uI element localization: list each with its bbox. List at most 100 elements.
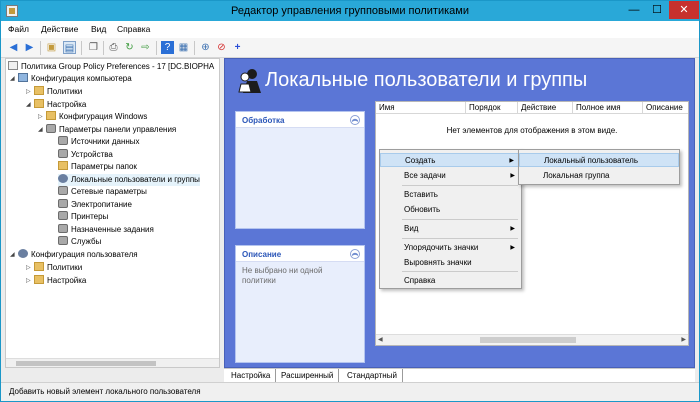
menu-item-all-tasks[interactable]: Все задачи ▶ (380, 169, 521, 183)
tree-item-user-policies[interactable]: ▷ Политики (26, 262, 82, 274)
policy-icon (8, 61, 18, 70)
folder-icon (34, 99, 44, 108)
create-submenu: Локальный пользователь Локальная группа (518, 149, 680, 185)
menu-file[interactable]: Файл (8, 24, 29, 34)
tree-item-scheduled-tasks[interactable]: Назначенные задания (58, 224, 154, 236)
scroll-left-icon[interactable]: ◀ (378, 336, 383, 343)
toolbar: ◀ ▶ ▣ ▤ ❐ ⎙ ↻ ⇨ ? ▦ ⊕ ⊘ + (1, 38, 699, 58)
title-bar: Редактор управления групповыми политикам… (1, 1, 699, 21)
description-card: Описание ︽ Не выбрано ни одной политики (235, 245, 365, 363)
tree-item-user-config[interactable]: ◢ Конфигурация пользователя (10, 249, 138, 261)
menu-action[interactable]: Действие (41, 24, 78, 34)
tree-item-printers[interactable]: Принтеры (58, 211, 108, 223)
scrollbar-thumb[interactable] (16, 361, 156, 366)
tab-preferences[interactable]: Настройка (226, 369, 277, 382)
print-icon[interactable]: ⎙ (107, 41, 120, 54)
submenu-arrow-icon: ▶ (510, 173, 515, 179)
folder-icon (34, 275, 44, 284)
tree-item-power-options[interactable]: Электропитание (58, 199, 132, 211)
tree-horizontal-scrollbar[interactable] (6, 358, 219, 367)
stop-icon[interactable]: ⊘ (215, 41, 228, 54)
network-icon (58, 186, 68, 195)
power-icon (58, 199, 68, 208)
tree-item-data-sources[interactable]: Источники данных (58, 136, 140, 148)
menu-item-local-user[interactable]: Локальный пользователь (519, 153, 679, 167)
scrollbar-thumb[interactable] (480, 337, 576, 343)
tree-item-windows-config[interactable]: ▷ Конфигурация Windows (38, 111, 147, 123)
menu-item-view[interactable]: Вид ▶ (380, 222, 521, 236)
description-text: Не выбрано ни одной политики (242, 266, 323, 285)
copy-icon[interactable]: ❐ (87, 41, 100, 54)
expand-icon[interactable]: ◢ (10, 249, 18, 261)
submenu-arrow-icon: ▶ (510, 245, 515, 251)
collapse-icon[interactable]: ︽ (350, 115, 360, 125)
back-arrow-icon[interactable]: ◀ (7, 41, 20, 54)
add-icon[interactable]: + (231, 41, 244, 54)
tab-extended[interactable]: Расширенный (276, 369, 340, 382)
computer-icon (18, 73, 28, 82)
menu-item-help[interactable]: Справка (380, 274, 521, 288)
refresh-icon[interactable]: ↻ (123, 41, 136, 54)
menu-item-refresh[interactable]: Обновить (380, 203, 521, 217)
status-text: Добавить новый элемент локального пользо… (9, 387, 201, 396)
maximize-button[interactable]: ☐ (646, 1, 668, 19)
devices-icon (58, 149, 68, 158)
export-list-icon[interactable]: ⇨ (139, 41, 152, 54)
menu-view[interactable]: Вид (91, 24, 106, 34)
up-folder-icon[interactable]: ▣ (45, 41, 58, 54)
menu-item-line-up-icons[interactable]: Выровнять значки (380, 256, 521, 270)
expand-icon[interactable]: ◢ (26, 99, 34, 111)
show-hide-tree-icon[interactable]: ▤ (63, 41, 76, 54)
tree-item-computer-config[interactable]: ◢ Конфигурация компьютера (10, 73, 132, 85)
folder-icon (34, 262, 44, 271)
tree-item-services[interactable]: Службы (58, 236, 101, 248)
column-full-name[interactable]: Полное имя (573, 102, 643, 114)
tree-item-control-panel[interactable]: ◢ Параметры панели управления (38, 124, 176, 136)
console-tree: Политика Group Policy Preferences - 17 [… (5, 58, 220, 368)
expand-icon[interactable]: ▷ (26, 262, 34, 274)
tree-item-local-users-groups[interactable]: Локальные пользователи и группы (58, 174, 200, 186)
tab-standard[interactable]: Стандартный (342, 369, 403, 382)
column-action[interactable]: Действие (518, 102, 573, 114)
menu-help[interactable]: Справка (117, 24, 150, 34)
menu-item-create[interactable]: Создать ▶ (380, 153, 521, 167)
column-order[interactable]: Порядок (466, 102, 518, 114)
users-icon (58, 174, 68, 183)
column-name[interactable]: Имя (376, 102, 466, 114)
list-horizontal-scrollbar[interactable]: ◀ ▶ (376, 334, 688, 345)
scroll-right-icon[interactable]: ▶ (681, 336, 686, 343)
expand-icon[interactable]: ▷ (26, 275, 34, 287)
expand-icon[interactable]: ▷ (26, 86, 34, 98)
forward-arrow-icon[interactable]: ▶ (23, 41, 36, 54)
new-item-icon[interactable]: ⊕ (199, 41, 212, 54)
window-title: Редактор управления групповыми политикам… (231, 5, 469, 17)
users-heading-icon (238, 69, 261, 93)
column-description[interactable]: Описание (643, 102, 688, 114)
menu-item-arrange-icons[interactable]: Упорядочить значки ▶ (380, 241, 521, 255)
tree-item-computer-preferences[interactable]: ◢ Настройка (26, 99, 86, 111)
control-panel-icon (46, 124, 56, 133)
help-icon[interactable]: ? (161, 41, 174, 54)
page-title: Локальные пользователи и группы (265, 69, 588, 91)
status-bar: Добавить новый элемент локального пользо… (1, 382, 699, 401)
tree-item-folder-options[interactable]: Параметры папок (58, 161, 137, 173)
properties-icon[interactable]: ▦ (177, 41, 190, 54)
expand-icon[interactable]: ◢ (38, 124, 46, 136)
expand-icon[interactable]: ◢ (10, 73, 18, 85)
view-tabs: Настройка Расширенный Стандартный (224, 368, 695, 382)
scheduled-tasks-icon (58, 224, 68, 233)
close-button[interactable]: ✕ (669, 1, 699, 19)
menu-bar: Файл Действие Вид Справка (1, 21, 699, 38)
expand-icon[interactable]: ▷ (38, 111, 46, 123)
tree-item-devices[interactable]: Устройства (58, 149, 113, 161)
tree-item-network-options[interactable]: Сетевые параметры (58, 186, 147, 198)
menu-item-local-group[interactable]: Локальная группа (519, 169, 679, 183)
tree-item-user-preferences[interactable]: ▷ Настройка (26, 275, 86, 287)
collapse-icon[interactable]: ︽ (350, 249, 360, 259)
menu-item-paste[interactable]: Вставить (380, 188, 521, 202)
submenu-arrow-icon: ▶ (510, 226, 515, 232)
user-config-icon (18, 249, 28, 258)
tree-item-computer-policies[interactable]: ▷ Политики (26, 86, 82, 98)
minimize-button[interactable]: — (623, 1, 645, 19)
tree-item-root-policy[interactable]: Политика Group Policy Preferences - 17 [… (8, 61, 214, 73)
